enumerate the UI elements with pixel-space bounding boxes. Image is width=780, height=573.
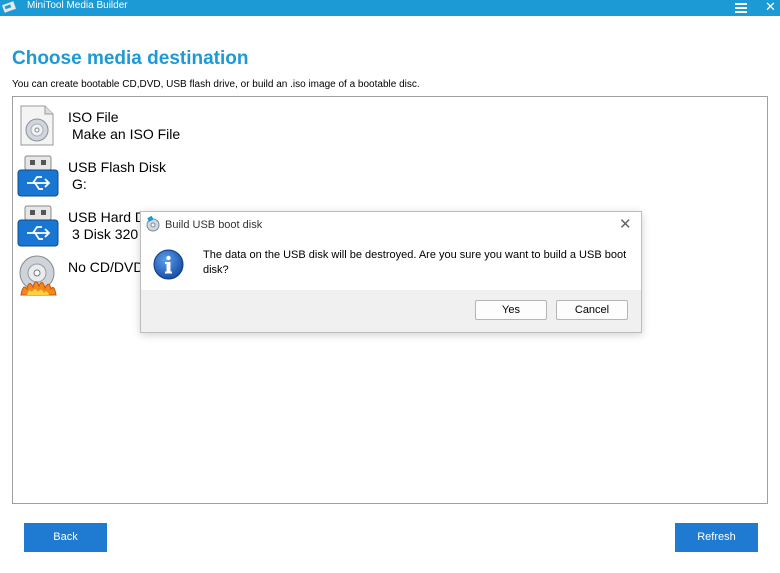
info-icon xyxy=(153,249,184,280)
yes-button[interactable]: Yes xyxy=(475,300,547,320)
dialog-body: The data on the USB disk will be destroy… xyxy=(141,238,641,290)
page-subtitle: You can create bootable CD,DVD, USB flas… xyxy=(12,79,420,90)
page-title: Choose media destination xyxy=(12,48,249,69)
dialog-titlebar: Build USB boot disk ✕ xyxy=(141,212,641,238)
media-option-detail: G: xyxy=(72,176,87,192)
media-option-name: No CD/DVD xyxy=(68,259,144,275)
dialog-close-icon[interactable]: ✕ xyxy=(619,215,632,233)
window-title: MiniTool Media Builder xyxy=(27,0,128,11)
cancel-button[interactable]: Cancel xyxy=(556,300,628,320)
hamburger-menu-icon[interactable] xyxy=(735,2,747,13)
media-option-iso-file[interactable]: ISO File Make an ISO File xyxy=(17,103,417,147)
cd-dvd-icon xyxy=(19,255,57,296)
app-logo-icon xyxy=(2,1,17,13)
back-button[interactable]: Back xyxy=(24,523,107,552)
usb-hard-disk-icon xyxy=(17,205,59,247)
media-option-detail: 3 Disk 320 xyxy=(72,226,139,242)
media-option-detail: Make an ISO File xyxy=(72,126,181,142)
window-titlebar: MiniTool Media Builder ✕ xyxy=(0,0,780,16)
confirm-dialog: Build USB boot disk ✕ The data on the US… xyxy=(140,211,642,333)
media-option-name: ISO File xyxy=(68,109,119,125)
usb-disk-icon xyxy=(146,216,160,232)
dialog-message: The data on the USB disk will be destroy… xyxy=(203,249,627,276)
dialog-title: Build USB boot disk xyxy=(165,219,263,231)
media-option-name: USB Flash Disk xyxy=(68,159,167,175)
media-option-usb-flash-disk[interactable]: USB Flash Disk G: xyxy=(17,153,417,197)
usb-flash-icon xyxy=(17,155,59,197)
iso-file-icon xyxy=(20,105,54,146)
window-close-icon[interactable]: ✕ xyxy=(765,0,776,13)
refresh-button[interactable]: Refresh xyxy=(675,523,758,552)
